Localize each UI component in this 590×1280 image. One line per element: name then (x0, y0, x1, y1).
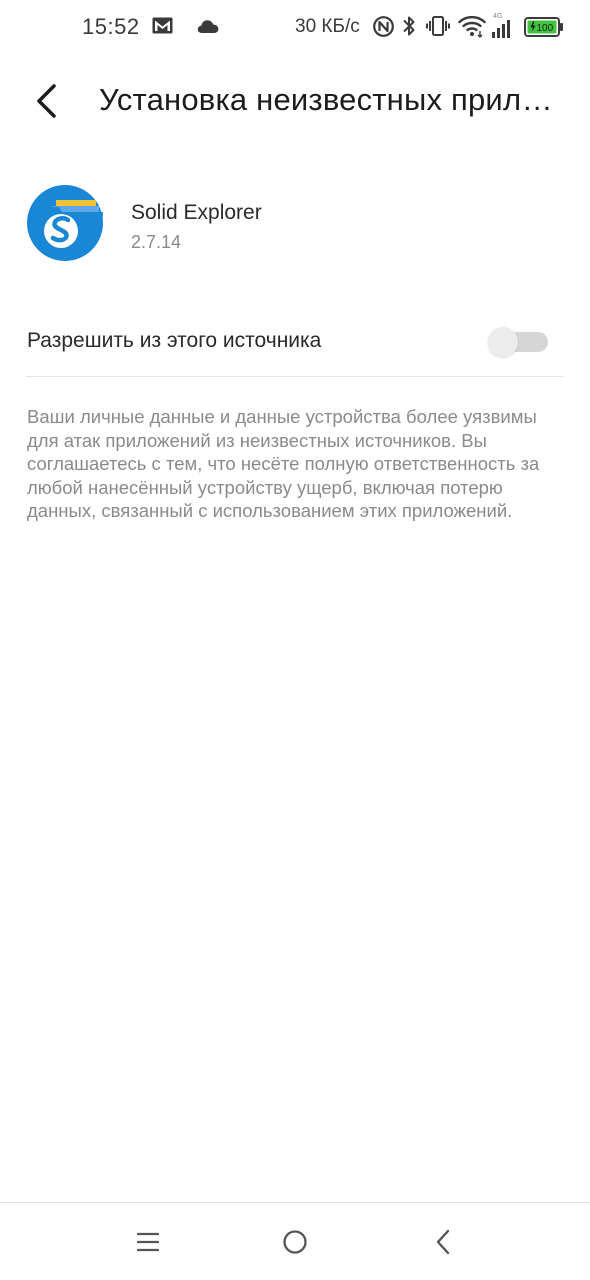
divider (26, 376, 564, 377)
page-title: Установка неизвестных приложений (99, 82, 569, 117)
wifi-icon (458, 15, 486, 38)
arrow-back-icon (37, 84, 56, 118)
svg-text:4G: 4G (493, 13, 502, 20)
app-info: Solid Explorer 2.7.14 (0, 182, 590, 268)
vibrate-icon (426, 16, 450, 36)
back-button[interactable] (28, 80, 64, 122)
allow-from-source-row[interactable]: Разрешить из этого источника (0, 312, 590, 376)
nav-back-button[interactable] (428, 1227, 458, 1257)
cloud-icon (197, 20, 219, 33)
switch-thumb (488, 327, 518, 357)
app-version: 2.7.14 (131, 232, 182, 252)
battery-icon: 100 (524, 17, 563, 37)
app-bar: Установка неизвестных приложений (0, 70, 590, 132)
svg-text:100: 100 (537, 23, 554, 34)
security-warning-text: Ваши личные данные и данные устройства б… (27, 406, 540, 521)
allow-from-source-switch[interactable] (488, 327, 548, 357)
status-time: 15:52 (82, 14, 140, 39)
solid-explorer-app-icon (27, 185, 103, 261)
menu-icon (136, 1232, 160, 1252)
home-button[interactable] (280, 1227, 310, 1257)
app-name: Solid Explorer (131, 201, 262, 224)
status-bar: 15:52 30 КБ/с 4G 100 (0, 0, 590, 56)
back-icon (436, 1229, 450, 1255)
home-icon (283, 1230, 307, 1254)
allow-from-source-label: Разрешить из этого источника (27, 329, 322, 352)
nfc-icon (373, 16, 394, 37)
bluetooth-icon (403, 16, 415, 36)
navigation-bar (0, 1202, 590, 1280)
signal-icon: 4G (492, 13, 510, 38)
network-speed: 30 КБ/с (295, 16, 360, 37)
recent-apps-button[interactable] (133, 1227, 163, 1257)
gmail-icon (152, 17, 173, 34)
